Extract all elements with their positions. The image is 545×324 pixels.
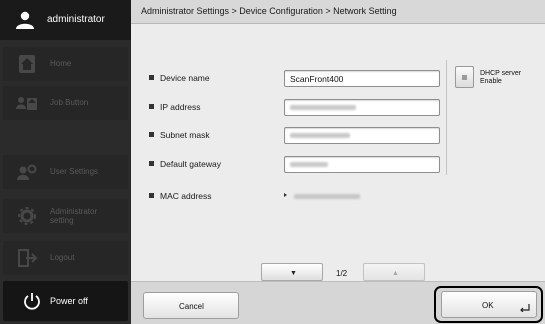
- sidebar-item-label: User Settings: [50, 167, 99, 176]
- user-name: administrator: [47, 14, 105, 25]
- header-bar: Administrator Settings > Device Configur…: [131, 0, 545, 24]
- default-gateway-field[interactable]: [284, 156, 440, 173]
- divider: [446, 60, 447, 175]
- sidebar-item-label: Job Button: [50, 98, 89, 107]
- user-icon: [16, 11, 34, 29]
- subnet-mask-value: [290, 133, 350, 138]
- sidebar-item-label: Home: [50, 59, 72, 68]
- gear-icon: [18, 207, 36, 225]
- logout-icon: [18, 249, 38, 267]
- network-settings-panel: [131, 24, 545, 281]
- subnet-mask-field[interactable]: [284, 127, 440, 144]
- dhcp-indicator: [462, 75, 467, 80]
- dhcp-label: DHCP server Enable: [480, 70, 521, 85]
- mac-address-value: [294, 194, 360, 199]
- power-off-label: Power off: [50, 296, 88, 306]
- cancel-label: Cancel: [179, 302, 204, 311]
- sidebar-item-administrator-setting: Administrator setting: [3, 199, 128, 233]
- dhcp-label-line1: DHCP server: [480, 70, 522, 77]
- user-settings-icon: [17, 164, 37, 180]
- default-gateway-label: Default gateway: [149, 159, 221, 169]
- arrow-right-icon: [284, 193, 287, 197]
- device-name-label: Device name: [149, 73, 210, 83]
- dhcp-label-line2: Enable: [480, 77, 502, 85]
- ok-label: OK: [482, 301, 494, 310]
- current-user: administrator: [0, 0, 131, 40]
- device-name-field[interactable]: ScanFront400: [284, 70, 440, 87]
- ip-address-label: IP address: [149, 102, 200, 112]
- power-icon: [24, 293, 40, 310]
- page-down-button[interactable]: ▼: [261, 263, 323, 281]
- triangle-up-icon: ▲: [392, 270, 399, 277]
- sidebar-item-home: Home: [3, 47, 128, 81]
- enter-key-icon: [520, 304, 530, 312]
- bullet: [149, 161, 154, 167]
- power-off-button[interactable]: Power off: [3, 281, 128, 321]
- bullet: [149, 75, 154, 81]
- home-icon: [19, 55, 35, 73]
- bullet: [149, 132, 154, 138]
- default-gateway-value: [290, 162, 328, 167]
- sidebar-item-logout: Logout: [3, 241, 128, 275]
- ip-address-value: [290, 105, 356, 110]
- page-indicator: 1/2: [336, 269, 348, 278]
- ok-button[interactable]: OK: [441, 291, 537, 318]
- device-name-value: ScanFront400: [290, 74, 344, 84]
- sidebar-item-label: Logout: [50, 253, 75, 262]
- breadcrumb: Administrator Settings > Device Configur…: [141, 6, 397, 16]
- sidebar-item-label: Administrator setting: [50, 207, 98, 225]
- sidebar: administrator Home Job Button User Setti…: [0, 0, 131, 324]
- page-up-button[interactable]: ▲: [363, 263, 425, 281]
- job-button-icon: [16, 97, 37, 110]
- triangle-down-icon: ▼: [290, 270, 297, 277]
- cancel-button[interactable]: Cancel: [143, 292, 239, 319]
- subnet-mask-label: Subnet mask: [149, 130, 210, 140]
- mac-address-label: MAC address: [149, 191, 212, 201]
- sidebar-item-user-settings: User Settings: [3, 155, 128, 189]
- ip-address-field[interactable]: [284, 99, 440, 116]
- dhcp-toggle-button[interactable]: [455, 66, 474, 88]
- bullet: [149, 193, 154, 199]
- sidebar-item-job-button: Job Button: [3, 86, 128, 120]
- bullet: [149, 104, 154, 110]
